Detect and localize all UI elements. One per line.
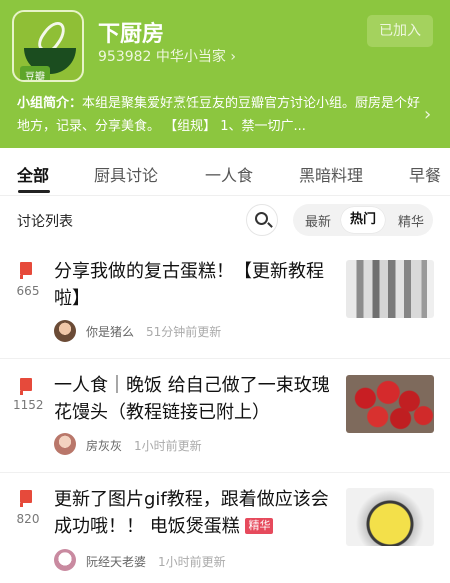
- post-item[interactable]: 665 分享我做的复古蛋糕！【更新教程啦】 你是猪么 51分钟前更新: [0, 250, 450, 358]
- sort-essence[interactable]: 精华: [398, 211, 424, 230]
- post-author[interactable]: 房灰灰: [86, 437, 122, 454]
- reply-count: 665: [16, 284, 40, 298]
- group-header: 豆瓣 下厨房 953982 中华小当家 › 已加入 小组简介：本组是聚集爱好烹饪…: [0, 0, 450, 148]
- avatar[interactable]: [54, 433, 76, 455]
- reply-count: 820: [16, 512, 40, 526]
- post-title[interactable]: 分享我做的复古蛋糕！【更新教程啦】: [54, 258, 334, 312]
- post-author[interactable]: 你是猪么: [86, 323, 134, 340]
- sort-hot[interactable]: 热门: [341, 207, 386, 233]
- rose-buns-photo[interactable]: [346, 375, 434, 433]
- sort-latest[interactable]: 最新: [305, 211, 331, 230]
- intro-label: 小组简介：: [17, 96, 83, 111]
- flag-icon: [20, 378, 32, 395]
- chevron-right-icon[interactable]: ›: [424, 104, 431, 125]
- piping-tips-photo[interactable]: [346, 260, 434, 318]
- post-title[interactable]: 更新了图片gif教程，跟着做应该会成功哦！！ 电饭煲蛋糕 精华: [54, 486, 334, 540]
- essence-badge: 精华: [245, 518, 274, 534]
- reply-count: 1152: [13, 398, 44, 412]
- post-author[interactable]: 阮经天老婆: [86, 553, 146, 570]
- tab-breakfast[interactable]: 早餐: [409, 162, 441, 186]
- logo-tag: 豆瓣: [20, 66, 50, 80]
- divider: [0, 472, 450, 473]
- post-time: 1小时前更新: [134, 439, 202, 453]
- group-logo[interactable]: 豆瓣: [12, 10, 84, 82]
- group-members-link[interactable]: 953982 中华小当家 ›: [98, 46, 236, 66]
- post-time: 51分钟前更新: [146, 325, 222, 339]
- discussion-list-title: 讨论列表: [17, 214, 73, 230]
- post-item[interactable]: 820 更新了图片gif教程，跟着做应该会成功哦！！ 电饭煲蛋糕 精华 阮经天老…: [0, 474, 450, 583]
- tab-cookware[interactable]: 厨具讨论: [94, 162, 158, 186]
- search-icon[interactable]: [246, 204, 278, 236]
- tab-dark-cuisine[interactable]: 黑暗料理: [299, 162, 363, 186]
- post-item[interactable]: 1152 一人食｜晚饭 给自己做了一束玫瑰花馒头（教程链接已附上） 房灰灰 1小…: [0, 360, 450, 470]
- avatar[interactable]: [54, 320, 76, 342]
- post-title-text: 更新了图片gif教程，跟着做应该会成功哦！！ 电饭煲蛋糕: [54, 489, 329, 537]
- tab-indicator: [18, 190, 50, 193]
- group-intro[interactable]: 小组简介：本组是聚集爱好烹饪豆友的豆瓣官方讨论小组。厨房是个好地方，记录、分享美…: [17, 92, 421, 138]
- flag-icon: [20, 490, 32, 507]
- flag-icon: [20, 262, 32, 279]
- category-tabs: 全部 厨具讨论 一人食 黑暗料理 早餐: [0, 148, 450, 196]
- avatar[interactable]: [54, 549, 76, 571]
- post-title[interactable]: 一人食｜晚饭 给自己做了一束玫瑰花馒头（教程链接已附上）: [54, 372, 334, 426]
- joined-button[interactable]: 已加入: [367, 15, 433, 47]
- divider: [0, 358, 450, 359]
- tab-solo-meal[interactable]: 一人食: [205, 162, 253, 186]
- cake-pan-photo[interactable]: [346, 488, 434, 546]
- group-name: 下厨房: [98, 22, 165, 47]
- post-time: 1小时前更新: [158, 555, 226, 569]
- tab-all[interactable]: 全部: [17, 162, 49, 186]
- sort-toggle: 最新 热门 精华: [293, 204, 433, 236]
